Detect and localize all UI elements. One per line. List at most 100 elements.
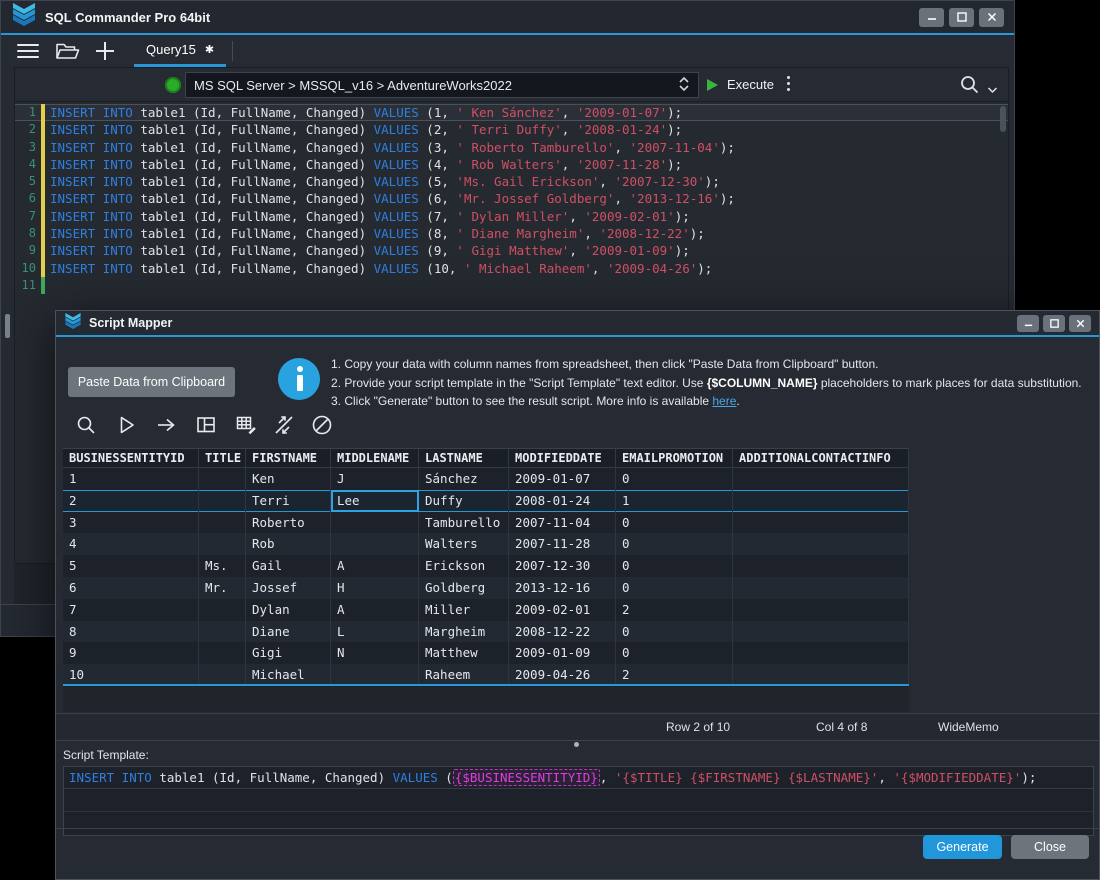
grid-cell[interactable]: Ken: [246, 468, 331, 490]
grid-cell[interactable]: 2007-11-28: [509, 533, 616, 555]
grid-cell[interactable]: [199, 642, 246, 664]
grid-cell[interactable]: Gigi: [246, 642, 331, 664]
grid-cell[interactable]: 2008-12-22: [509, 621, 616, 643]
code-line[interactable]: 10INSERT INTO table1 (Id, FullName, Chan…: [15, 260, 1008, 277]
grid-row[interactable]: 7DylanAMiller2009-02-012: [63, 599, 909, 621]
grid-cell[interactable]: 2007-12-30: [509, 555, 616, 577]
grid-cell[interactable]: 2013-12-16: [509, 577, 616, 599]
grid-cell[interactable]: 0: [616, 555, 733, 577]
grid-cell[interactable]: [199, 490, 246, 512]
vertical-scrollbar-thumb[interactable]: [5, 314, 10, 338]
grid-cell[interactable]: [733, 664, 909, 686]
grid-cell[interactable]: [733, 621, 909, 643]
grid-row[interactable]: 3 Roberto Tamburello2007-11-040: [63, 512, 909, 534]
close-button[interactable]: [1069, 315, 1091, 332]
grid-cell[interactable]: Tamburello: [419, 512, 509, 534]
grid-cell[interactable]: 2: [63, 490, 199, 512]
grid-cell[interactable]: [733, 599, 909, 621]
column-header[interactable]: LASTNAME: [419, 449, 509, 467]
script-template-editor[interactable]: INSERT INTO table1 (Id, FullName, Change…: [63, 766, 1094, 836]
code-line[interactable]: 11: [15, 277, 1008, 294]
search-icon[interactable]: [960, 75, 980, 100]
column-header[interactable]: TITLE: [199, 449, 246, 467]
edit-table-icon[interactable]: [234, 413, 260, 439]
code-line[interactable]: 4INSERT INTO table1 (Id, FullName, Chang…: [15, 156, 1008, 173]
grid-cell[interactable]: Ms.: [199, 555, 246, 577]
code-line[interactable]: 7INSERT INTO table1 (Id, FullName, Chang…: [15, 208, 1008, 225]
connection-selector[interactable]: MS SQL Server > MSSQL_v16 > AdventureWor…: [185, 72, 699, 98]
script-mapper-titlebar[interactable]: Script Mapper: [56, 311, 1099, 337]
grid-cell[interactable]: 1: [616, 490, 733, 512]
grid-cell[interactable]: Goldberg: [419, 577, 509, 599]
column-header[interactable]: ADDITIONALCONTACTINFO: [733, 449, 909, 467]
grid-row[interactable]: 8DianeLMargheim2008-12-220: [63, 621, 909, 643]
grid-cell[interactable]: Diane: [246, 621, 331, 643]
code-line[interactable]: 8INSERT INTO table1 (Id, FullName, Chang…: [15, 225, 1008, 242]
code-line[interactable]: 1INSERT INTO table1 (Id, FullName, Chang…: [15, 104, 1008, 121]
grid-cell[interactable]: [199, 599, 246, 621]
grid-cell[interactable]: L: [331, 621, 419, 643]
grid-row[interactable]: 1KenJSánchez2009-01-070: [63, 468, 909, 490]
grid-cell[interactable]: Rob: [246, 533, 331, 555]
grid-cell[interactable]: 0: [616, 533, 733, 555]
close-dialog-button[interactable]: Close: [1011, 835, 1089, 859]
search-chevron-down-icon[interactable]: [987, 81, 998, 99]
minimize-button[interactable]: [1017, 315, 1039, 332]
grid-cell[interactable]: Erickson: [419, 555, 509, 577]
paste-data-button[interactable]: Paste Data from Clipboard: [68, 367, 235, 397]
grid-cell[interactable]: 9: [63, 642, 199, 664]
grid-cell[interactable]: [331, 664, 419, 686]
grid-cell[interactable]: [733, 642, 909, 664]
editor-left-scrollbar[interactable]: [1, 67, 14, 604]
grid-cell[interactable]: [733, 577, 909, 599]
grid-cell[interactable]: 0: [616, 512, 733, 534]
splitter-grip[interactable]: [574, 742, 579, 747]
more-options-icon[interactable]: [787, 76, 790, 91]
grid-cell[interactable]: 2009-04-26: [509, 664, 616, 686]
grid-cell[interactable]: [199, 468, 246, 490]
grid-cell[interactable]: H: [331, 577, 419, 599]
grid-cell[interactable]: 2007-11-04: [509, 512, 616, 534]
code-line[interactable]: 9INSERT INTO table1 (Id, FullName, Chang…: [15, 242, 1008, 259]
grid-cell[interactable]: [199, 664, 246, 686]
grid-cell[interactable]: [199, 512, 246, 534]
minimize-button[interactable]: [919, 8, 944, 27]
menu-icon[interactable]: [17, 44, 39, 58]
column-header[interactable]: BUSINESSENTITYID: [63, 449, 199, 467]
grid-cell[interactable]: 0: [616, 468, 733, 490]
grid-cell[interactable]: Roberto: [246, 512, 331, 534]
grid-cell[interactable]: Walters: [419, 533, 509, 555]
pointer-icon[interactable]: [114, 413, 140, 439]
disable-icon[interactable]: [310, 413, 336, 439]
grid-cell[interactable]: Margheim: [419, 621, 509, 643]
grid-cell[interactable]: [331, 533, 419, 555]
grid-cell[interactable]: [733, 555, 909, 577]
grid-cell[interactable]: [199, 621, 246, 643]
grid-cell[interactable]: 2: [616, 664, 733, 686]
grid-cell[interactable]: 6: [63, 577, 199, 599]
grid-cell[interactable]: [733, 533, 909, 555]
arrow-right-icon[interactable]: [154, 413, 180, 439]
grid-row[interactable]: 10MichaelRaheem2009-04-262: [63, 664, 909, 686]
column-header[interactable]: EMAILPROMOTION: [616, 449, 733, 467]
grid-cell[interactable]: 2008-01-24: [509, 490, 616, 512]
maximize-button[interactable]: [949, 8, 974, 27]
grid-cell[interactable]: 3: [63, 512, 199, 534]
grid-cell[interactable]: Duffy: [419, 490, 509, 512]
code-line[interactable]: 5INSERT INTO table1 (Id, FullName, Chang…: [15, 173, 1008, 190]
grid-cell[interactable]: 2: [616, 599, 733, 621]
execute-button[interactable]: Execute: [727, 68, 774, 102]
grid-cell[interactable]: 7: [63, 599, 199, 621]
grid-cell[interactable]: 2009-01-07: [509, 468, 616, 490]
main-titlebar[interactable]: SQL Commander Pro 64bit: [1, 1, 1014, 35]
column-header[interactable]: MIDDLENAME: [331, 449, 419, 467]
grid-cell[interactable]: 10: [63, 664, 199, 686]
grid-cell[interactable]: J: [331, 468, 419, 490]
generate-button[interactable]: Generate: [923, 835, 1002, 859]
close-button[interactable]: [979, 8, 1004, 27]
grid-cell[interactable]: Mr.: [199, 577, 246, 599]
tab-query15[interactable]: Query15 ✱: [134, 35, 226, 67]
grid-cell[interactable]: Sánchez: [419, 468, 509, 490]
grid-cell[interactable]: 0: [616, 577, 733, 599]
grid-cell[interactable]: 8: [63, 621, 199, 643]
